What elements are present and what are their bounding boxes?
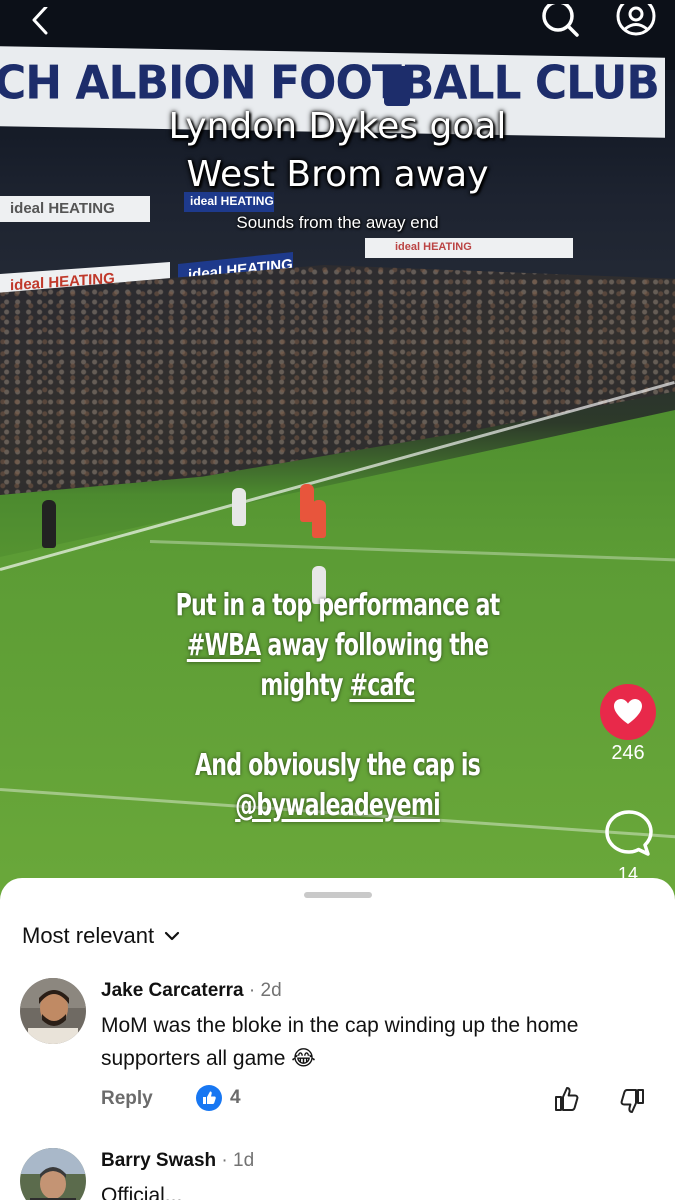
player [42,500,56,548]
comment-text: Official... [101,1184,183,1200]
sort-dropdown[interactable]: Most relevant [22,923,180,949]
profile-icon [616,4,656,36]
heart-icon [614,699,642,724]
hashtag-link[interactable]: #WBA [187,628,262,663]
comment-text: MoM was the bloke in the cap winding up … [101,1014,579,1070]
reaction-count: 4 [230,1087,241,1108]
thumbs-up-reaction-icon [196,1085,222,1111]
comment-timestamp: 1d [233,1150,255,1171]
search-icon [542,4,579,37]
hashtag-link[interactable]: #cafc [349,668,415,703]
mention-link[interactable]: @bywaleadeyemi [235,788,441,823]
caption-line: #WBA away following the [143,626,533,666]
comment-timestamp: 2d [260,980,282,1001]
like-button[interactable] [600,684,656,740]
reply-button[interactable]: Reply [101,1088,153,1110]
chevron-down-icon [164,931,180,941]
caption-line: Put in a top performance at [175,588,501,623]
comment-icon [605,810,653,856]
sheet-drag-handle[interactable] [304,892,372,898]
reaction-summary[interactable]: 4 [196,1085,241,1111]
profile-button[interactable] [614,0,658,44]
player [312,500,326,538]
club-crest [384,66,410,106]
comment-item: Barry Swash · 1d Official... [0,1148,675,1200]
thumbs-up-icon[interactable] [552,1084,582,1114]
caption-line: @bywaleadeyemi [143,786,533,826]
video-subtitle: Sounds from the away end [236,213,439,232]
stadium-banner-text: CH ALBION FOOTBALL CLUB [0,56,660,111]
comment-separator: · [221,1150,234,1171]
caption-line: mighty #cafc [143,666,533,706]
player [232,488,246,526]
comments-sheet: Most relevant Jake Carcaterra · 2d MoM w… [0,878,675,1200]
reel-video[interactable]: CH ALBION FOOTBALL CLUB ideal HEATING id… [0,0,675,900]
comment-separator: · [248,980,261,1001]
reel-caption: Put in a top performance at #WBA away fo… [143,586,533,826]
caption-text: mighty [260,668,350,703]
video-title-line1: Lyndon Dykes goal [168,106,507,147]
like-count: 246 [611,742,645,764]
ad-board: ideal HEATING [365,238,573,258]
caption-text: away following the [260,628,489,663]
avatar-image [20,978,86,1044]
avatar-image [20,1148,86,1200]
back-button[interactable] [18,0,62,44]
comment-author-name: Jake Carcaterra [101,980,244,1001]
comment-author[interactable]: Jake Carcaterra · 2d [101,980,282,1002]
thumbs-down-icon[interactable] [617,1086,647,1116]
search-button[interactable] [538,0,582,44]
comment-author-name: Barry Swash [101,1150,217,1171]
chevron-left-icon [32,7,48,35]
sort-label: Most relevant [22,923,155,948]
video-title-line2: West Brom away [186,154,489,195]
avatar[interactable] [20,978,86,1044]
comment-button[interactable] [603,808,655,860]
caption-line: And obviously the cap is [194,748,481,783]
comment-author[interactable]: Barry Swash · 1d [101,1150,254,1172]
avatar[interactable] [20,1148,86,1200]
comment-item: Jake Carcaterra · 2d MoM was the bloke i… [0,978,675,1138]
